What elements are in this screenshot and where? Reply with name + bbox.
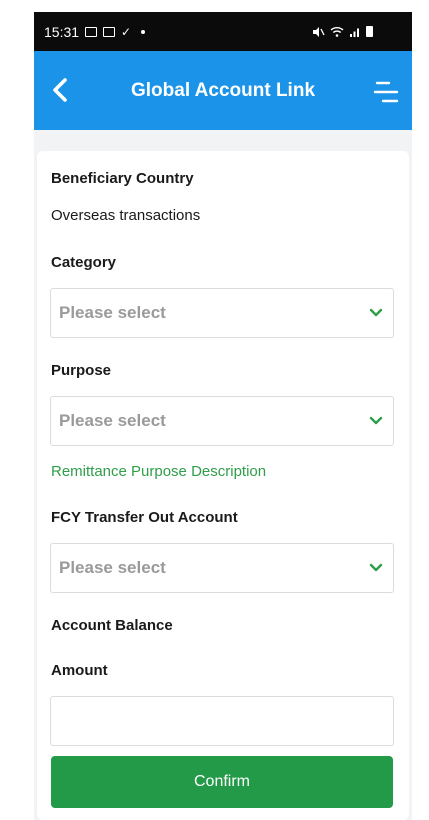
gallery-notification-icon [85,26,98,37]
status-right [311,26,373,38]
status-time: 15:31 [44,23,80,40]
status-bar: 15:31 ✓ [34,12,412,51]
beneficiary-country-value: Overseas transactions [51,207,201,224]
category-select-placeholder: Please select [59,303,166,322]
amount-label: Amount [51,662,108,679]
battery-icon [366,26,373,37]
category-select[interactable]: Please select [50,288,394,338]
purpose-select[interactable]: Please select [50,396,394,446]
chevron-down-icon [369,308,383,317]
fcy-account-select-placeholder: Please select [59,558,166,577]
more-notifications-dot-icon [141,29,146,34]
app-header: Global Account Link [34,51,412,130]
confirm-button[interactable]: Confirm [51,756,393,808]
screen: 15:31 ✓ Global Account Link Beneficiary … [0,0,429,820]
purpose-label: Purpose [51,362,112,379]
purpose-select-placeholder: Please select [59,411,166,430]
screenshot-notification-icon [103,26,116,37]
account-balance-label: Account Balance [51,617,173,634]
fcy-transfer-out-account-label: FCY Transfer Out Account [51,509,238,526]
download-notification-icon: ✓ [121,24,132,39]
mute-icon [313,26,325,37]
status-left: 15:31 ✓ [44,23,146,40]
remittance-purpose-description-link[interactable]: Remittance Purpose Description [51,463,266,480]
wifi-icon [330,26,344,37]
amount-input[interactable] [50,696,394,746]
chevron-down-icon [369,416,383,425]
fcy-account-select[interactable]: Please select [50,543,394,593]
menu-icon[interactable] [372,79,400,105]
category-label: Category [51,254,117,271]
page-title: Global Account Link [130,80,316,101]
signal-icon [350,28,359,37]
chevron-down-icon [369,563,383,572]
beneficiary-country-label: Beneficiary Country [51,170,194,187]
